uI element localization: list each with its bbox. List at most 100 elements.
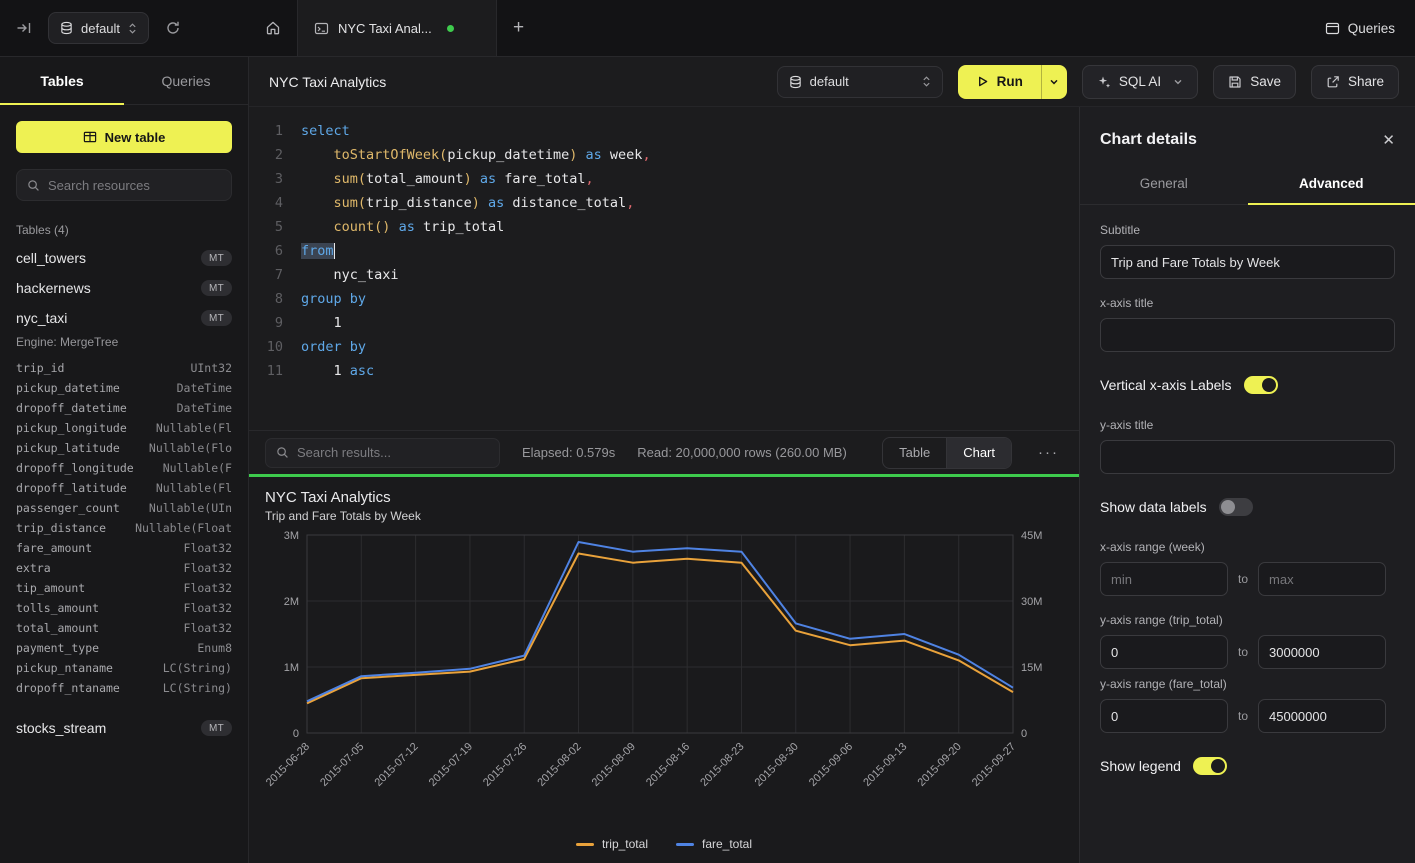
show-legend-toggle[interactable] [1193,757,1227,775]
to-label: to [1238,572,1248,586]
legend-label: fare_total [702,837,752,851]
share-button[interactable]: Share [1311,65,1399,99]
line-number: 1 [249,119,283,143]
engine-badge: MT [201,280,232,296]
code-line: 7 nyc_taxi [249,263,1079,287]
xaxis-range-min-input[interactable] [1100,562,1228,596]
column-row: dropoff_ntanameLC(String) [0,678,248,698]
collapse-sidebar-icon [16,20,32,36]
sidebar: Tables Queries New table Tables (4) cell… [0,57,249,863]
refresh-button[interactable] [161,16,185,40]
column-row: passenger_countNullable(UIn [0,498,248,518]
yaxis-range-trip-min-input[interactable] [1100,635,1228,669]
share-button-label: Share [1348,74,1384,89]
sql-editor[interactable]: 1select2 toStartOfWeek(pickup_datetime) … [249,107,1079,430]
refresh-icon [165,20,181,36]
yaxis-range-trip-max-input[interactable] [1258,635,1386,669]
home-tab[interactable] [249,0,297,56]
column-row: dropoff_longitudeNullable(F [0,458,248,478]
save-button[interactable]: Save [1213,65,1296,99]
search-icon [27,179,40,192]
xaxis-range-max-input[interactable] [1258,562,1386,596]
subtitle-field: Subtitle [1100,223,1395,279]
subtitle-input[interactable] [1100,245,1395,279]
results-chart: 2015-06-282015-07-052015-07-122015-07-19… [265,527,1063,837]
chevron-down-icon [1049,77,1059,87]
new-tab-button[interactable]: + [497,0,540,56]
queries-button[interactable]: Queries [1325,0,1395,56]
console-tab-icon [314,21,329,36]
results-search-input[interactable] [297,445,489,460]
run-button[interactable]: Run [958,65,1041,99]
view-toggle-table[interactable]: Table [883,438,946,468]
show-legend-row: Show legend [1100,757,1395,775]
query-tab[interactable]: NYC Taxi Anal... [297,0,497,56]
svg-text:2015-09-20: 2015-09-20 [916,741,964,789]
run-database-selector[interactable]: default [777,66,943,98]
legend-item[interactable]: trip_total [576,837,648,851]
sidebar-tab-tables[interactable]: Tables [0,57,124,104]
close-panel-button[interactable]: ✕ [1382,131,1395,149]
tab-advanced[interactable]: Advanced [1248,165,1415,204]
svg-text:2015-07-26: 2015-07-26 [481,741,529,789]
column-row: total_amountFloat32 [0,618,248,638]
line-number: 5 [249,215,283,239]
svg-text:1M: 1M [284,662,299,674]
column-row: dropoff_datetimeDateTime [0,398,248,418]
vertical-labels-row: Vertical x-axis Labels [1100,376,1395,394]
code-line: 9 1 [249,311,1079,335]
resource-search-input[interactable] [48,178,224,193]
code-line: 1select [249,119,1079,143]
chart-legend: trip_total fare_total [265,837,1063,859]
run-options-button[interactable] [1041,65,1067,99]
line-number: 9 [249,311,283,335]
database-selector[interactable]: default [48,12,149,44]
xaxis-range-label: x-axis range (week) [1100,540,1395,554]
data-labels-row: Show data labels [1100,498,1395,516]
svg-text:0: 0 [1021,728,1027,740]
vertical-labels-toggle[interactable] [1244,376,1278,394]
chart-title: NYC Taxi Analytics [265,489,1063,506]
yaxis-range-fare-min-input[interactable] [1100,699,1228,733]
table-grid-icon [83,130,97,144]
new-table-button[interactable]: New table [16,121,232,153]
code-line: 10order by [249,335,1079,359]
svg-text:2015-06-28: 2015-06-28 [265,741,312,789]
code-line: 3 sum(total_amount) as fare_total, [249,167,1079,191]
column-list: trip_idUInt32pickup_datetimeDateTimedrop… [0,358,248,698]
view-toggle-chart[interactable]: Chart [946,438,1011,468]
collapse-sidebar-button[interactable] [12,16,36,40]
svg-text:2015-08-09: 2015-08-09 [590,741,638,789]
database-icon [60,21,73,35]
xaxis-range-row: to [1100,562,1395,596]
more-options-button[interactable]: ··· [1034,444,1063,461]
resource-search [16,169,232,201]
close-icon: ✕ [1382,132,1395,149]
table-row[interactable]: cell_towers MT [0,243,248,273]
line-chart-svg: 2015-06-282015-07-052015-07-122015-07-19… [265,527,1063,819]
yaxis-range-fare-max-input[interactable] [1258,699,1386,733]
legend-item[interactable]: fare_total [676,837,752,851]
table-row[interactable]: stocks_stream MT [0,713,248,743]
xaxis-title-input[interactable] [1100,318,1395,352]
tables-section-header: Tables (4) [0,201,248,243]
table-row[interactable]: hackernews MT [0,273,248,303]
table-row[interactable]: nyc_taxi MT [0,303,248,333]
data-labels-toggle[interactable] [1219,498,1253,516]
line-number: 4 [249,191,283,215]
sql-ai-button[interactable]: SQL AI [1082,65,1198,99]
new-table-label: New table [105,130,166,145]
app-body: Tables Queries New table Tables (4) cell… [0,57,1415,863]
app-screen: default NYC Taxi Anal... [0,0,1415,863]
tab-general[interactable]: General [1080,165,1248,204]
show-legend-label: Show legend [1100,758,1181,774]
yaxis-title-input[interactable] [1100,440,1395,474]
panel-tabs: General Advanced [1080,165,1415,205]
line-number: 7 [249,263,283,287]
chevron-down-icon [1173,77,1183,87]
sidebar-tab-queries[interactable]: Queries [124,57,248,104]
panel-content: Subtitle x-axis title Vertical x-axis La… [1080,205,1415,863]
table-name: cell_towers [16,250,86,266]
workspace: 1select2 toStartOfWeek(pickup_datetime) … [249,107,1079,863]
column-row: pickup_latitudeNullable(Flo [0,438,248,458]
